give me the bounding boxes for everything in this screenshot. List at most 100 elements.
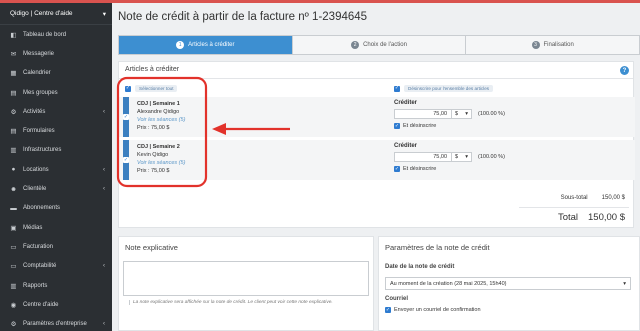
sidebar-item-label: Formulaires (23, 128, 55, 135)
unsubscribe-all-button[interactable]: Désinscrire pour l'ensemble des articles (404, 85, 494, 92)
settings-icon: ⚙ (10, 321, 17, 329)
sidebar-item-10[interactable]: ▣ Médias (0, 218, 112, 237)
sidebar-item-label: Tableau de bord (23, 31, 67, 38)
article-price: Prix : 75,00 $ (137, 168, 170, 174)
total-value: 150,00 $ (588, 212, 625, 223)
select-all-checkbox[interactable]: ✓ (125, 85, 131, 92)
reports-icon: ▥ (10, 282, 17, 290)
divider (519, 207, 629, 208)
article-info: CDJ | Semaine 2 Kevin Qidigo Voir les sé… (137, 143, 185, 175)
sidebar-item-label: Mes groupes (23, 89, 58, 96)
sidebar-item-5[interactable]: ▤ Formulaires (0, 121, 112, 140)
subtotal-line: Sous-total 150,00 $ (528, 195, 625, 201)
article-checkbox[interactable]: ✓ (123, 114, 129, 120)
total-label: Total (557, 212, 579, 223)
article-checkbox[interactable]: ✓ (123, 157, 129, 163)
chevron-left-icon: ‹ (103, 186, 105, 193)
sidebar-item-label: Locations (23, 166, 49, 173)
article-client: Kevin Qidigo (137, 152, 169, 158)
sidebar-item-label: Paramètres d'entreprise (23, 321, 87, 328)
note-textarea[interactable] (123, 261, 369, 296)
credit-amount-input[interactable]: 75,00 (394, 109, 452, 119)
credit-unit-select[interactable]: $ ▾ (452, 152, 472, 162)
articles-card: Articles à créditer ? ✓ Sélectionner tou… (118, 61, 635, 228)
sidebar-item-3[interactable]: ▤ Mes groupes (0, 83, 112, 102)
article-select-bar[interactable]: ✓ (123, 97, 129, 137)
sidebar-item-12[interactable]: ▭ Comptabilité ‹ (0, 257, 112, 276)
wizard-steps: 1 Articles à créditer 2 Choix de l'actio… (118, 35, 640, 55)
sidebar-item-label: Messagerie (23, 50, 55, 57)
note-title: Note explicative (125, 243, 178, 252)
params-title: Paramètres de la note de crédit (385, 243, 490, 252)
articles-title: Articles à créditer (125, 66, 180, 73)
confirm-email-option: ✓ Envoyer un courriel de confirmation (385, 307, 481, 313)
step-finalisation[interactable]: 3 Finalisation (466, 36, 639, 54)
help-icon[interactable]: ? (620, 66, 629, 75)
step-number: 1 (176, 41, 185, 49)
sidebar-item-6[interactable]: ▥ Infrastructures (0, 141, 112, 160)
step-number: 2 (351, 41, 360, 49)
forms-icon: ▤ (10, 128, 17, 136)
step-action[interactable]: 2 Choix de l'action (293, 36, 467, 54)
gear-icon: ⚙ (10, 108, 17, 116)
article-client: Alexandre Qidigo (137, 109, 180, 115)
sidebar-item-label: Rapports (23, 282, 48, 289)
chevron-left-icon: ‹ (103, 108, 105, 115)
select-all-row: ✓ Sélectionner tout (125, 85, 178, 92)
building-icon: ▥ (10, 147, 17, 155)
sidebar-item-label: Comptabilité (23, 263, 57, 270)
email-label: Courriel (385, 296, 409, 302)
sidebar: Qidigo | Centre d'aide ▾ ◧ Tableau de bor… (0, 3, 112, 331)
credit-amount-input[interactable]: 75,00 (394, 152, 452, 162)
date-label: Date de la note de crédit (385, 264, 455, 270)
sidebar-item-1[interactable]: ✉ Messagerie (0, 44, 112, 63)
sidebar-item-11[interactable]: ▭ Facturation (0, 237, 112, 256)
chevron-left-icon: ‹ (103, 166, 105, 173)
sidebar-item-label: Médias (23, 224, 43, 231)
location-pin-icon: ● (11, 166, 16, 174)
article-title: CDJ | Semaine 2 (137, 144, 180, 150)
view-sessions-link[interactable]: Voir les séances (5) (137, 159, 185, 167)
select-all-button[interactable]: Sélectionner tout (135, 85, 178, 92)
confirm-email-checkbox[interactable]: ✓ (385, 307, 391, 313)
dashboard-icon: ◧ (10, 31, 17, 39)
billing-icon: ▭ (10, 243, 17, 251)
sidebar-item-label: Activités (23, 108, 46, 115)
date-select[interactable]: Au moment de la création (28 mai 2025, 1… (385, 277, 631, 290)
chevron-down-icon: ▾ (623, 280, 626, 287)
sidebar-item-15[interactable]: ⚙ Paramètres d'entreprise ‹ (0, 314, 112, 331)
unsubscribe-option: ✓ Et désinscrire (394, 166, 505, 172)
chevron-left-icon: ‹ (103, 263, 105, 270)
step-articles[interactable]: 1 Articles à créditer (119, 36, 293, 54)
sidebar-item-2[interactable]: ▦ Calendrier (0, 64, 112, 83)
unsubscribe-checkbox[interactable]: ✓ (394, 166, 400, 172)
date-value: Au moment de la création (28 mai 2025, 1… (390, 280, 507, 287)
unit-value: $ (455, 154, 459, 160)
unsubscribe-label: Et désinscrire (403, 166, 437, 172)
credit-unit-select[interactable]: $ ▾ (452, 109, 472, 119)
sidebar-item-0[interactable]: ◧ Tableau de bord (0, 25, 112, 44)
unit-value: $ (455, 111, 459, 117)
sidebar-item-14[interactable]: ◉ Centre d'aide (0, 295, 112, 314)
article-select-bar[interactable]: ✓ (123, 140, 129, 180)
sidebar-item-13[interactable]: ▥ Rapports (0, 276, 112, 295)
credit-percent: (100.00 %) (478, 154, 505, 160)
sidebar-item-7[interactable]: ● Locations ‹ (0, 160, 112, 179)
article-info: CDJ | Semaine 1 Alexandre Qidigo Voir le… (137, 100, 185, 132)
org-switcher[interactable]: Qidigo | Centre d'aide ▾ (0, 3, 112, 25)
subtotal-value: 150,00 $ (601, 195, 625, 201)
sidebar-item-4[interactable]: ⚙ Activités ‹ (0, 102, 112, 121)
view-sessions-link[interactable]: Voir les séances (5) (137, 116, 185, 124)
unsubscribe-checkbox[interactable]: ✓ (394, 123, 400, 129)
article-row: ✓ CDJ | Semaine 2 Kevin Qidigo Voir les … (119, 140, 635, 180)
unsubscribe-option: ✓ Et désinscrire (394, 123, 505, 129)
step-number: 3 (531, 41, 540, 49)
credit-label: Créditer (394, 143, 418, 149)
unsubscribe-label: Et désinscrire (403, 123, 437, 129)
sidebar-item-label: Calendrier (23, 70, 51, 77)
unsubscribe-all-checkbox[interactable]: ✓ (394, 85, 400, 92)
sidebar-item-9[interactable]: ▬ Abonnements (0, 199, 112, 218)
credit-block: Créditer 75,00 $ ▾ (100.00 %) ✓ Et désins… (394, 143, 505, 172)
sidebar-item-label: Clientèle (23, 186, 47, 193)
sidebar-item-8[interactable]: ☻ Clientèle ‹ (0, 179, 112, 198)
